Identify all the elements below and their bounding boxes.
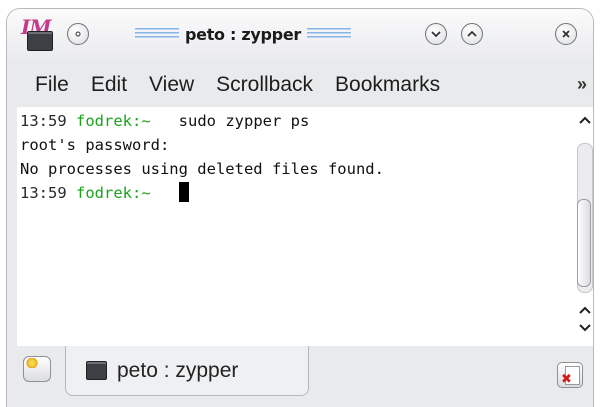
menu-file[interactable]: File [7,73,80,97]
terminal-output[interactable]: 13:59 fodrek:~ sudo zypper ps root's pas… [17,107,575,346]
menu-bar: File Edit View Scrollback Bookmarks » [7,65,593,105]
chevron-up-icon [579,116,591,124]
chevron-up-icon [467,30,477,37]
terminal-line: root's password: [20,136,170,154]
command-text: sudo zypper ps [178,112,310,130]
chevron-up-icon [579,306,591,314]
terminal-icon [86,361,107,380]
scroll-up-top-button[interactable] [577,113,593,127]
close-button[interactable] [555,23,577,45]
menu-scrollback[interactable]: Scrollback [205,73,324,97]
close-icon: ✖ [561,372,572,387]
menu-view[interactable]: View [138,73,205,97]
app-icon[interactable]: IM [21,15,57,57]
chevron-down-icon [579,324,591,332]
tab-label: peto : zypper [117,358,239,382]
terminal-line: No processes using deleted files found. [20,160,384,178]
prompt-path: fodrek:~ [76,184,151,202]
prompt-path: fodrek:~ [76,112,151,130]
close-tab-button[interactable]: ✖ [557,362,583,388]
on-all-desktops-button[interactable] [67,23,89,45]
menu-overflow-button[interactable]: » [577,74,587,95]
maximize-button[interactable] [461,23,483,45]
prompt-time: 13:59 [20,112,67,130]
window-title-area[interactable]: peto : zypper [113,9,373,59]
tab-peto-zypper[interactable]: peto : zypper [65,346,309,396]
new-tab-icon [26,358,38,368]
chevron-down-icon [431,31,441,38]
title-decoration-right [306,28,351,40]
new-tab-button[interactable] [23,356,51,382]
menu-edit[interactable]: Edit [80,73,138,97]
title-bar[interactable]: IM peto : zypper [7,9,593,65]
window-title: peto : zypper [185,24,301,44]
menu-bookmarks[interactable]: Bookmarks [324,73,451,97]
title-decoration-left [135,28,179,40]
terminal-line: 13:59 fodrek:~ sudo zypper ps [20,109,575,133]
minimize-button[interactable] [425,23,447,45]
prompt-time: 13:59 [20,184,67,202]
scrollbar-thumb[interactable] [577,199,591,287]
text-cursor [178,182,189,202]
terminal-line: 13:59 fodrek:~ [20,181,575,205]
close-icon [562,30,570,38]
scroll-down-button[interactable] [577,321,593,335]
terminal-icon [27,31,53,51]
vertical-scrollbar[interactable] [575,107,593,346]
scroll-up-button[interactable] [577,303,593,317]
konsole-window: IM peto : zypper File Edit View Scrollba… [6,8,594,407]
tab-bar: peto : zypper ✖ [7,346,593,407]
